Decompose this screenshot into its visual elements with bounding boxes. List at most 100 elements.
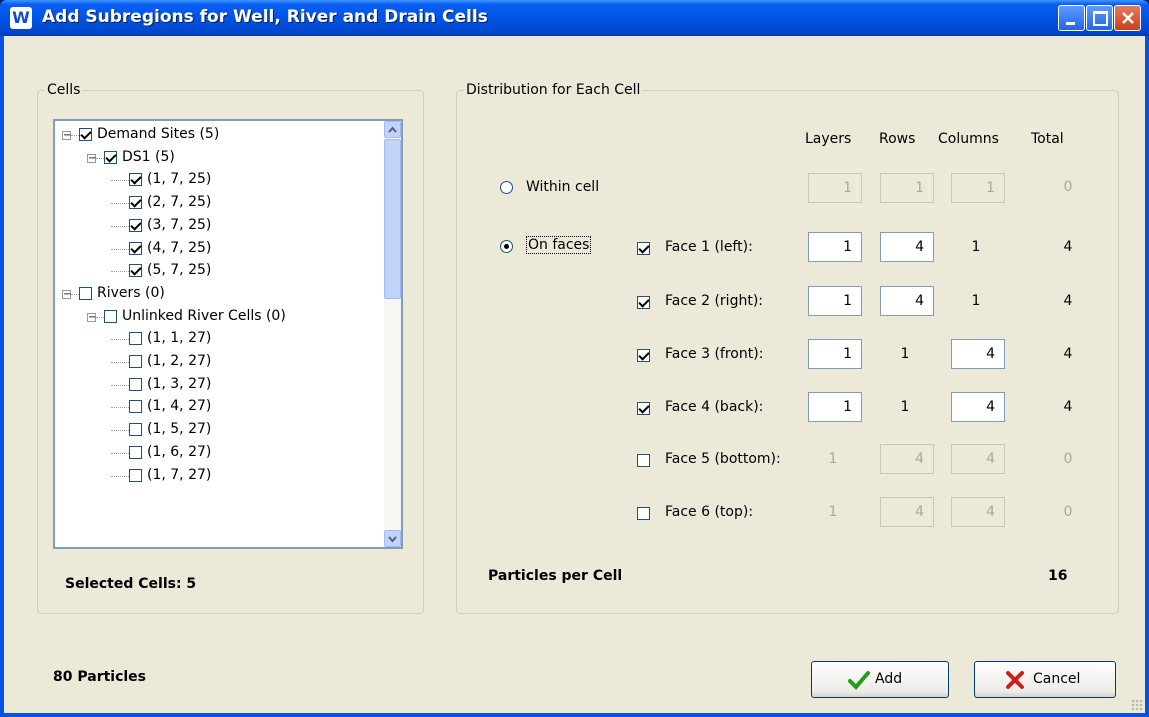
tree-item-checkbox[interactable] (129, 377, 142, 391)
tree-item-checkbox[interactable] (104, 150, 117, 164)
tree-connector (111, 180, 129, 182)
tree-item-checkbox[interactable] (129, 445, 142, 459)
face-3-layers-input[interactable]: 1 (808, 339, 862, 369)
tree-item-checkbox[interactable] (129, 332, 142, 346)
face-1-checkbox[interactable] (637, 242, 650, 255)
tree-item-label: (4, 7, 25) (147, 239, 212, 256)
tree-item-label: (3, 7, 25) (147, 216, 212, 233)
tree-connector (111, 475, 129, 477)
particles-per-cell-value: 16 (1048, 568, 1068, 584)
cancel-x-icon (1006, 671, 1024, 689)
add-button[interactable]: Add (811, 661, 949, 698)
cancel-button[interactable]: Cancel (974, 661, 1116, 698)
tree-item-checkbox[interactable] (129, 423, 142, 437)
face-5-layers: 1 (828, 451, 838, 467)
particles-per-cell-label: Particles per Cell (488, 568, 623, 584)
tree-connector (111, 362, 129, 363)
minimize-button[interactable] (1058, 5, 1085, 31)
within-cell-columns-input: 1 (951, 173, 1005, 203)
tree-connector (111, 225, 129, 227)
scroll-down-button[interactable] (384, 530, 401, 547)
face-3-columns-input[interactable]: 4 (951, 339, 1005, 369)
collapse-toggle-icon[interactable]: − (87, 153, 96, 163)
resize-grip[interactable] (1131, 699, 1143, 711)
chevron-down-icon (388, 536, 397, 543)
face-4-layers-input[interactable]: 1 (808, 392, 862, 422)
tree-connector (111, 203, 129, 205)
tree-item-checkbox[interactable] (129, 264, 142, 278)
face-6-label[interactable]: Face 6 (top): (665, 504, 753, 520)
close-button[interactable] (1114, 5, 1141, 31)
face-2-rows-input[interactable]: 4 (880, 286, 934, 316)
within-cell-layers-input: 1 (808, 173, 862, 203)
tree-item-label: (2, 7, 25) (147, 194, 212, 211)
scroll-thumb[interactable] (384, 139, 401, 299)
face-5-label[interactable]: Face 5 (bottom): (665, 451, 781, 467)
face-1-columns: 1 (971, 239, 981, 255)
collapse-toggle-icon[interactable]: − (62, 289, 71, 299)
collapse-toggle-icon[interactable]: − (62, 131, 71, 141)
face-2-checkbox[interactable] (637, 296, 650, 309)
tree-item-checkbox[interactable] (129, 196, 142, 210)
tree-connector (111, 407, 129, 409)
face-5-total: 0 (1063, 451, 1073, 467)
tree-item-label: (1, 7, 25) (147, 171, 212, 188)
face-2-label[interactable]: Face 2 (right): (665, 293, 763, 309)
tree-item-checkbox[interactable] (129, 468, 142, 482)
cells-tree[interactable]: − Demand Sites (5) − DS1 (5) (1, 7, 25) (2, 7… (53, 119, 403, 549)
face-2-layers-input[interactable]: 1 (808, 286, 862, 316)
tree-item-checkbox[interactable] (129, 173, 142, 187)
within-cell-radio[interactable] (500, 181, 513, 194)
face-4-columns-input[interactable]: 4 (951, 392, 1005, 422)
face-6-total: 0 (1063, 504, 1073, 520)
tree-item-checkbox[interactable] (129, 241, 142, 255)
face-1-label[interactable]: Face 1 (left): (665, 239, 753, 255)
face-1-total: 4 (1063, 239, 1073, 255)
face-4-label[interactable]: Face 4 (back): (665, 399, 763, 415)
cancel-button-label: Cancel (1033, 671, 1081, 687)
cells-legend: Cells (45, 82, 83, 98)
face-1-layers-input[interactable]: 1 (808, 232, 862, 262)
maximize-button[interactable] (1086, 5, 1113, 31)
face-4-total: 4 (1063, 399, 1073, 415)
face-1-rows-input[interactable]: 4 (880, 232, 934, 262)
collapse-toggle-icon[interactable]: − (87, 312, 96, 322)
chevron-up-icon (388, 126, 397, 133)
face-5-rows-input: 4 (880, 444, 934, 474)
add-button-label: Add (875, 671, 903, 687)
tree-item-checkbox[interactable] (129, 400, 142, 414)
scroll-up-button[interactable] (384, 121, 401, 138)
title-bar[interactable]: W Add Subregions for Well, River and Dra… (0, 0, 1149, 36)
face-6-checkbox[interactable] (637, 507, 650, 520)
face-3-label[interactable]: Face 3 (front): (665, 346, 763, 362)
close-icon (1122, 12, 1134, 24)
within-cell-total: 0 (1063, 179, 1073, 195)
tree-item-checkbox[interactable] (79, 286, 92, 300)
tree-connector (71, 135, 79, 136)
tree-item-label: (5, 7, 25) (147, 262, 212, 279)
tree-connector (96, 316, 104, 318)
on-faces-radio[interactable] (500, 240, 513, 253)
window-title: Add Subregions for Well, River and Drain… (42, 7, 488, 27)
within-cell-label[interactable]: Within cell (526, 179, 599, 195)
tree-item-label: (1, 3, 27) (147, 375, 212, 392)
tree-connector (111, 339, 129, 341)
on-faces-label[interactable]: On faces (526, 236, 592, 254)
face-2-total: 4 (1063, 293, 1073, 309)
tree-item-checkbox[interactable] (79, 128, 92, 141)
face-6-rows-input: 4 (880, 497, 934, 527)
tree-item-label: (1, 6, 27) (147, 443, 212, 460)
face-4-checkbox[interactable] (637, 402, 650, 415)
face-3-checkbox[interactable] (637, 349, 650, 362)
within-cell-rows-input: 1 (880, 173, 934, 203)
tree-scrollbar[interactable] (384, 121, 401, 547)
tree-item-checkbox[interactable] (129, 355, 142, 368)
face-4-rows: 1 (900, 399, 910, 415)
tree-item-checkbox[interactable] (129, 218, 142, 232)
distribution-legend: Distribution for Each Cell (464, 82, 643, 98)
tree-item-checkbox[interactable] (104, 309, 117, 323)
face-5-checkbox[interactable] (637, 454, 650, 467)
tree-item-label: (1, 7, 27) (147, 466, 212, 483)
total-particles: 80 Particles (53, 669, 147, 685)
tree-item-label: (1, 4, 27) (147, 398, 212, 415)
